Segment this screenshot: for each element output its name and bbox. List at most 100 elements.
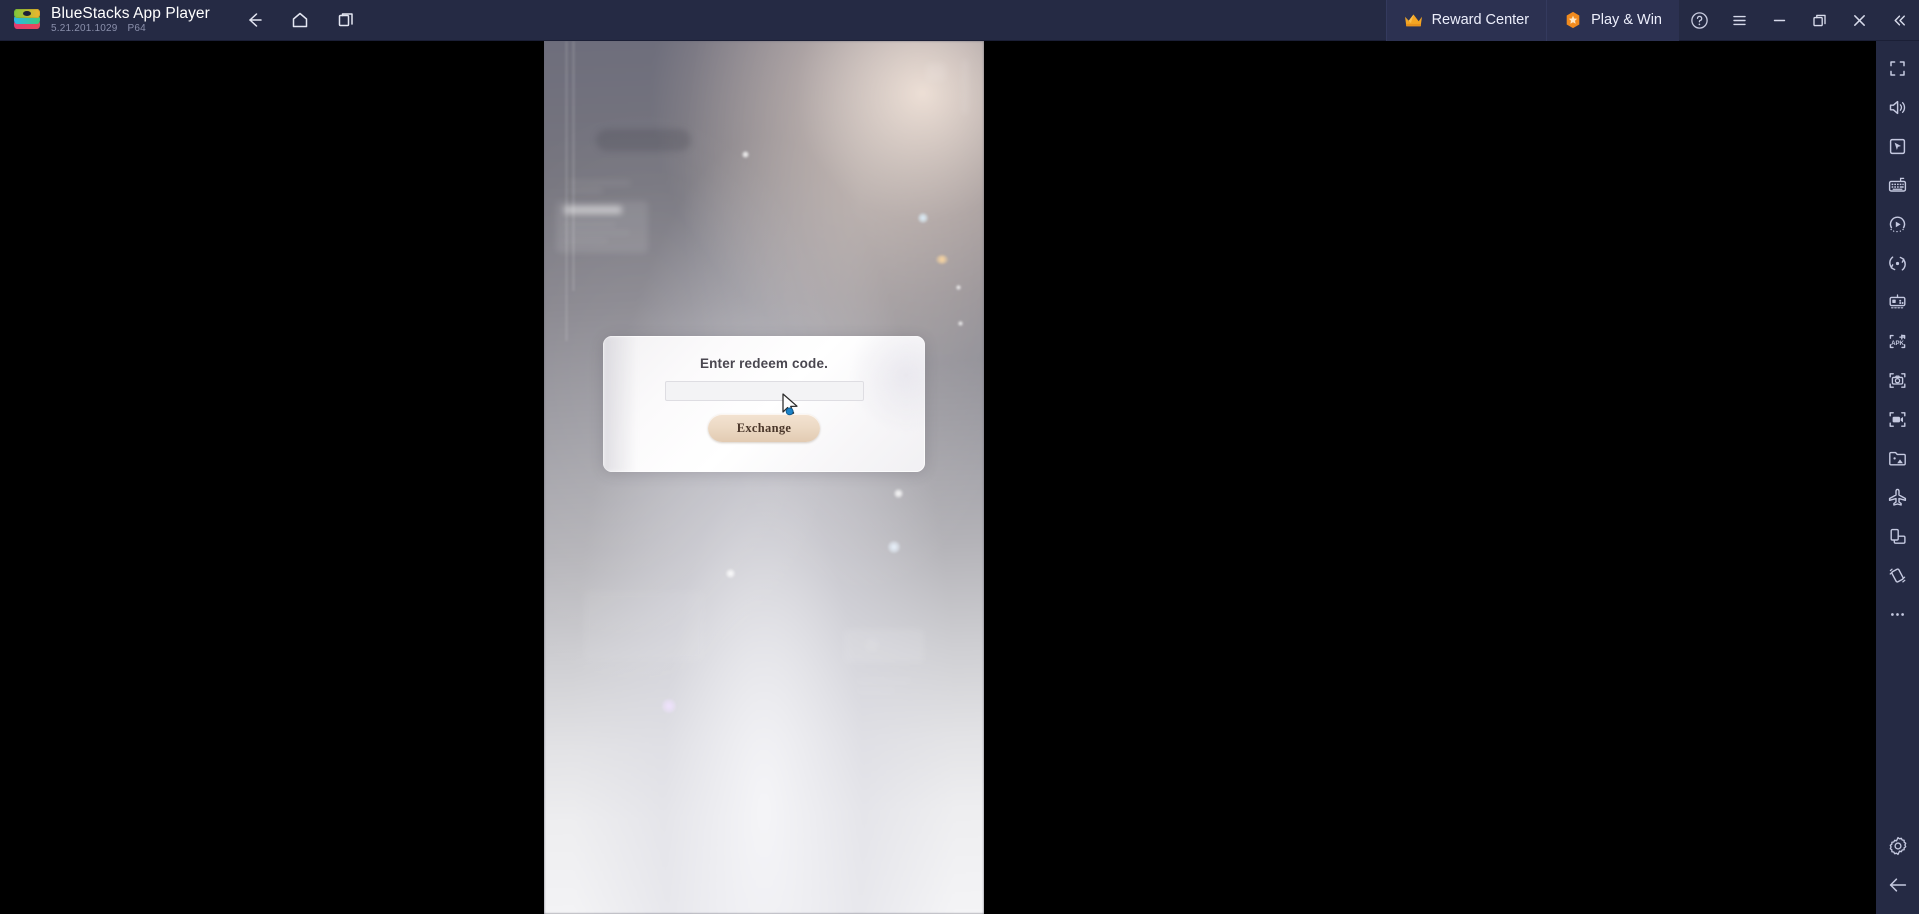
- sidebar-item-macro-recorder[interactable]: [1876, 205, 1919, 244]
- particle-6: [894, 489, 903, 498]
- hamburger-menu-icon: [1732, 15, 1746, 25]
- bg-ghost-lower-card: [584, 591, 704, 661]
- particle-2: [918, 213, 928, 223]
- redeem-code-dialog: Enter redeem code. Exchange: [603, 336, 925, 472]
- sidebar-item-sync-operations[interactable]: [1876, 244, 1919, 283]
- stage: Enter redeem code. Exchange: [0, 41, 1876, 914]
- bg-ghost-bottom-text-a: [856, 679, 912, 683]
- version-number: 5.21.201.1029: [51, 23, 118, 34]
- window-controls: [1679, 0, 1919, 41]
- reward-center-button[interactable]: Reward Center: [1385, 0, 1547, 41]
- sidebar-item-pointer[interactable]: [1876, 127, 1919, 166]
- sidebar-item-airplane-mode[interactable]: [1876, 478, 1919, 517]
- double-chevron-left-icon: [1893, 14, 1905, 26]
- sidebar-item-controls-editor[interactable]: [1876, 283, 1919, 322]
- redeem-code-input[interactable]: [665, 381, 864, 401]
- home-button[interactable]: [282, 5, 318, 35]
- restore-window-icon: [1812, 14, 1826, 26]
- dialog-title: Enter redeem code.: [700, 356, 828, 371]
- bg-ghost-line-c: [564, 239, 608, 242]
- bg-ghost-text-b: [569, 189, 603, 193]
- nav-buttons: [236, 5, 364, 35]
- bg-ghost-banner: [596, 129, 691, 151]
- media-folder-icon: [1889, 451, 1906, 466]
- sidebar-item-media-manager[interactable]: [1876, 439, 1919, 478]
- bg-ghost-text-a: [569, 181, 631, 185]
- hexagon-star-icon: [1566, 11, 1580, 29]
- svg-text:APK: APK: [1891, 340, 1904, 347]
- bluestacks-logo-icon: [14, 7, 40, 33]
- titlebar: BlueStacks App Player 5.21.201.1029 P64: [0, 0, 1919, 41]
- exchange-button[interactable]: Exchange: [708, 414, 820, 442]
- particle-8: [726, 569, 735, 578]
- bg-vline-b: [573, 41, 574, 291]
- sidebar: APK: [1876, 41, 1919, 914]
- minimize-icon: [1773, 19, 1785, 21]
- sidebar-item-fullscreen[interactable]: [1876, 49, 1919, 88]
- fullscreen-icon: [1890, 61, 1905, 76]
- bg-ghost-bottom-text-b: [856, 689, 896, 693]
- app-title: BlueStacks App Player: [51, 5, 210, 22]
- menu-button[interactable]: [1719, 0, 1759, 41]
- bg-ghost-topright: [926, 63, 946, 81]
- bg-ghost-scroll: [962, 59, 968, 115]
- sidebar-item-rotate-screen[interactable]: [1876, 517, 1919, 556]
- gear-icon: [1889, 836, 1906, 855]
- reward-center-label: Reward Center: [1431, 12, 1530, 28]
- sidebar-item-volume[interactable]: [1876, 88, 1919, 127]
- sidebar-item-back[interactable]: [1876, 865, 1919, 904]
- particle-9: [662, 699, 676, 713]
- close-x-icon: [1853, 14, 1865, 26]
- bg-ghost-bottom-plus: [866, 639, 878, 651]
- home-icon: [292, 12, 308, 28]
- camera-screenshot-icon: [1889, 373, 1906, 388]
- minimize-button[interactable]: [1759, 0, 1799, 41]
- bg-ghost-line-b: [564, 231, 630, 234]
- game-viewport[interactable]: Enter redeem code. Exchange: [544, 41, 984, 914]
- arrow-left-icon: [1889, 877, 1906, 892]
- app-title-block: BlueStacks App Player 5.21.201.1029 P64: [51, 5, 210, 35]
- build-tag: P64: [127, 23, 146, 34]
- play-dial-icon: [1889, 216, 1906, 233]
- sidebar-item-install-apk[interactable]: APK: [1876, 322, 1919, 361]
- sidebar-item-keyboard-controls[interactable]: [1876, 166, 1919, 205]
- particle-1: [742, 151, 749, 158]
- close-button[interactable]: [1839, 0, 1879, 41]
- app-version: 5.21.201.1029 P64: [51, 22, 210, 35]
- particle-3: [936, 255, 948, 264]
- arrow-left-icon: [249, 13, 262, 27]
- ellipsis-icon: [1891, 613, 1904, 616]
- gamepad-panel-icon: [1889, 294, 1906, 309]
- rotate-device-icon: [1890, 528, 1906, 544]
- keyboard-icon: [1888, 177, 1907, 192]
- multi-instance-button[interactable]: [328, 5, 364, 35]
- cursor-pointer-icon: [1889, 138, 1906, 155]
- sidebar-item-settings[interactable]: [1876, 826, 1919, 865]
- collapse-button[interactable]: [1879, 0, 1919, 41]
- particle-7: [888, 541, 900, 553]
- shake-device-icon: [1889, 568, 1906, 583]
- sidebar-item-record-screen[interactable]: [1876, 400, 1919, 439]
- play-and-win-button[interactable]: Play & Win: [1546, 0, 1679, 41]
- video-record-icon: [1889, 412, 1906, 427]
- airplane-icon: [1888, 488, 1907, 506]
- speaker-volume-icon: [1889, 100, 1906, 115]
- play-and-win-label: Play & Win: [1591, 12, 1662, 28]
- restore-button[interactable]: [1799, 0, 1839, 41]
- sync-circle-icon: [1889, 256, 1906, 271]
- question-circle-icon: [1690, 11, 1708, 29]
- bg-ghost-line-a: [564, 223, 616, 226]
- bg-vline-a: [566, 41, 567, 341]
- particle-4: [956, 285, 961, 290]
- game-background-glow: [544, 41, 984, 914]
- crown-icon: [1404, 14, 1422, 26]
- bg-ghost-tabs: [564, 206, 622, 214]
- sidebar-item-screenshot[interactable]: [1876, 361, 1919, 400]
- bg-ghost-bottom-panel: [844, 629, 924, 663]
- back-button[interactable]: [236, 5, 272, 35]
- help-button[interactable]: [1679, 0, 1719, 41]
- particle-5: [958, 321, 963, 326]
- sidebar-item-more-options[interactable]: [1876, 595, 1919, 634]
- apk-install-icon: APK: [1889, 334, 1906, 349]
- sidebar-item-shake-device[interactable]: [1876, 556, 1919, 595]
